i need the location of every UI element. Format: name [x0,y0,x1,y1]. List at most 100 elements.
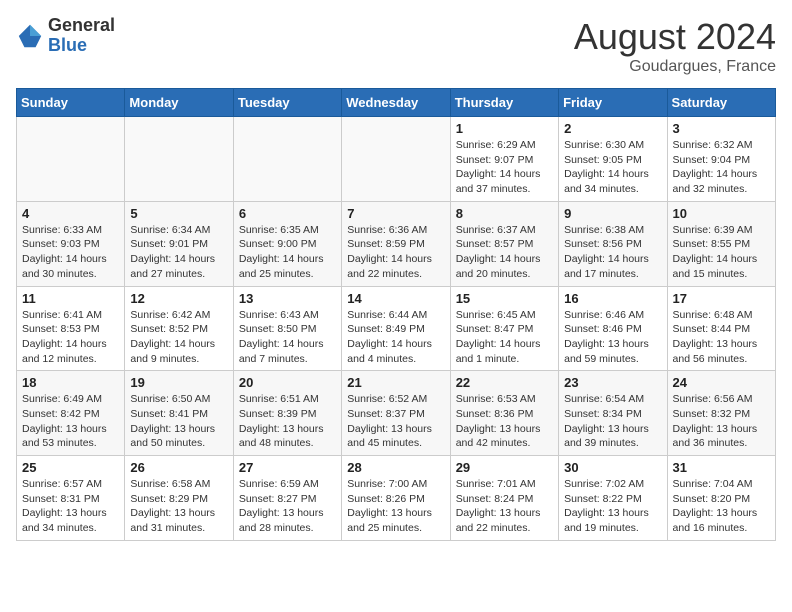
cell-day-number: 17 [673,291,770,306]
cell-day-info: Sunrise: 6:33 AM Sunset: 9:03 PM Dayligh… [22,223,119,282]
cell-day-number: 9 [564,206,661,221]
cell-day-info: Sunrise: 6:56 AM Sunset: 8:32 PM Dayligh… [673,392,770,451]
cell-day-number: 22 [456,375,553,390]
cell-day-info: Sunrise: 6:44 AM Sunset: 8:49 PM Dayligh… [347,308,444,367]
cell-day-info: Sunrise: 7:04 AM Sunset: 8:20 PM Dayligh… [673,477,770,536]
cell-day-info: Sunrise: 6:52 AM Sunset: 8:37 PM Dayligh… [347,392,444,451]
calendar-week-row: 11 Sunrise: 6:41 AM Sunset: 8:53 PM Dayli… [17,286,776,371]
cell-day-number: 14 [347,291,444,306]
cell-day-info: Sunrise: 6:32 AM Sunset: 9:04 PM Dayligh… [673,138,770,197]
calendar-cell [17,117,125,202]
cell-day-number: 7 [347,206,444,221]
cell-day-number: 27 [239,460,336,475]
cell-day-number: 3 [673,121,770,136]
cell-day-number: 26 [130,460,227,475]
cell-day-info: Sunrise: 6:35 AM Sunset: 9:00 PM Dayligh… [239,223,336,282]
cell-day-info: Sunrise: 7:00 AM Sunset: 8:26 PM Dayligh… [347,477,444,536]
cell-day-info: Sunrise: 6:43 AM Sunset: 8:50 PM Dayligh… [239,308,336,367]
weekday-header: Tuesday [233,89,341,117]
calendar-cell: 7 Sunrise: 6:36 AM Sunset: 8:59 PM Daylig… [342,201,450,286]
cell-day-info: Sunrise: 6:29 AM Sunset: 9:07 PM Dayligh… [456,138,553,197]
cell-day-info: Sunrise: 6:54 AM Sunset: 8:34 PM Dayligh… [564,392,661,451]
cell-day-number: 20 [239,375,336,390]
calendar-cell: 6 Sunrise: 6:35 AM Sunset: 9:00 PM Daylig… [233,201,341,286]
calendar-cell: 29 Sunrise: 7:01 AM Sunset: 8:24 PM Dayli… [450,456,558,541]
calendar-cell [125,117,233,202]
cell-day-number: 5 [130,206,227,221]
cell-day-info: Sunrise: 6:36 AM Sunset: 8:59 PM Dayligh… [347,223,444,282]
logo-blue: Blue [48,36,115,56]
cell-day-number: 1 [456,121,553,136]
calendar-cell: 8 Sunrise: 6:37 AM Sunset: 8:57 PM Daylig… [450,201,558,286]
calendar-cell: 31 Sunrise: 7:04 AM Sunset: 8:20 PM Dayli… [667,456,775,541]
calendar-cell: 24Sunrise: 6:56 AM Sunset: 8:32 PM Dayli… [667,371,775,456]
month-year: August 2024 [574,16,776,58]
cell-day-number: 10 [673,206,770,221]
cell-day-info: Sunrise: 6:38 AM Sunset: 8:56 PM Dayligh… [564,223,661,282]
cell-day-info: Sunrise: 6:58 AM Sunset: 8:29 PM Dayligh… [130,477,227,536]
calendar-cell: 9 Sunrise: 6:38 AM Sunset: 8:56 PM Daylig… [559,201,667,286]
cell-day-number: 29 [456,460,553,475]
calendar-cell: 17 Sunrise: 6:48 AM Sunset: 8:44 PM Dayli… [667,286,775,371]
cell-day-number: 6 [239,206,336,221]
cell-day-info: Sunrise: 6:42 AM Sunset: 8:52 PM Dayligh… [130,308,227,367]
cell-day-info: Sunrise: 6:45 AM Sunset: 8:47 PM Dayligh… [456,308,553,367]
cell-day-info: Sunrise: 7:01 AM Sunset: 8:24 PM Dayligh… [456,477,553,536]
cell-day-info: Sunrise: 6:59 AM Sunset: 8:27 PM Dayligh… [239,477,336,536]
calendar-cell: 13 Sunrise: 6:43 AM Sunset: 8:50 PM Dayli… [233,286,341,371]
page-header: General Blue August 2024 Goudargues, Fra… [16,16,776,76]
cell-day-number: 30 [564,460,661,475]
calendar-cell: 14 Sunrise: 6:44 AM Sunset: 8:49 PM Dayli… [342,286,450,371]
calendar-cell [342,117,450,202]
calendar-header: SundayMondayTuesdayWednesdayThursdayFrid… [17,89,776,117]
calendar-cell: 19 Sunrise: 6:50 AM Sunset: 8:41 PM Dayli… [125,371,233,456]
weekday-header: Sunday [17,89,125,117]
cell-day-number: 21 [347,375,444,390]
calendar-cell: 5 Sunrise: 6:34 AM Sunset: 9:01 PM Daylig… [125,201,233,286]
calendar-cell: 12 Sunrise: 6:42 AM Sunset: 8:52 PM Dayli… [125,286,233,371]
logo: General Blue [16,16,115,56]
weekday-header: Friday [559,89,667,117]
cell-day-info: Sunrise: 6:41 AM Sunset: 8:53 PM Dayligh… [22,308,119,367]
calendar-week-row: 4 Sunrise: 6:33 AM Sunset: 9:03 PM Daylig… [17,201,776,286]
calendar-week-row: 18 Sunrise: 6:49 AM Sunset: 8:42 PM Dayli… [17,371,776,456]
cell-day-number: 13 [239,291,336,306]
cell-day-info: Sunrise: 6:48 AM Sunset: 8:44 PM Dayligh… [673,308,770,367]
cell-day-info: Sunrise: 6:39 AM Sunset: 8:55 PM Dayligh… [673,223,770,282]
cell-day-number: 8 [456,206,553,221]
calendar-cell: 10 Sunrise: 6:39 AM Sunset: 8:55 PM Dayli… [667,201,775,286]
calendar-cell: 25Sunrise: 6:57 AM Sunset: 8:31 PM Dayli… [17,456,125,541]
weekday-header: Wednesday [342,89,450,117]
cell-day-info: Sunrise: 6:53 AM Sunset: 8:36 PM Dayligh… [456,392,553,451]
cell-day-info: Sunrise: 6:30 AM Sunset: 9:05 PM Dayligh… [564,138,661,197]
cell-day-number: 25 [22,460,119,475]
cell-day-number: 12 [130,291,227,306]
cell-day-number: 15 [456,291,553,306]
cell-day-number: 31 [673,460,770,475]
calendar-cell [233,117,341,202]
cell-day-number: 11 [22,291,119,306]
cell-day-info: Sunrise: 7:02 AM Sunset: 8:22 PM Dayligh… [564,477,661,536]
cell-day-number: 28 [347,460,444,475]
calendar-table: SundayMondayTuesdayWednesdayThursdayFrid… [16,88,776,541]
weekday-header: Thursday [450,89,558,117]
cell-day-info: Sunrise: 6:50 AM Sunset: 8:41 PM Dayligh… [130,392,227,451]
calendar-cell: 16Sunrise: 6:46 AM Sunset: 8:46 PM Dayli… [559,286,667,371]
calendar-body: 1 Sunrise: 6:29 AM Sunset: 9:07 PM Daylig… [17,117,776,541]
calendar-week-row: 25Sunrise: 6:57 AM Sunset: 8:31 PM Dayli… [17,456,776,541]
cell-day-info: Sunrise: 6:49 AM Sunset: 8:42 PM Dayligh… [22,392,119,451]
calendar-cell: 15 Sunrise: 6:45 AM Sunset: 8:47 PM Dayli… [450,286,558,371]
calendar-cell: 1 Sunrise: 6:29 AM Sunset: 9:07 PM Daylig… [450,117,558,202]
cell-day-info: Sunrise: 6:34 AM Sunset: 9:01 PM Dayligh… [130,223,227,282]
calendar-cell: 27 Sunrise: 6:59 AM Sunset: 8:27 PM Dayli… [233,456,341,541]
calendar-cell: 20Sunrise: 6:51 AM Sunset: 8:39 PM Dayli… [233,371,341,456]
calendar-cell: 26 Sunrise: 6:58 AM Sunset: 8:29 PM Dayli… [125,456,233,541]
calendar-cell: 23 Sunrise: 6:54 AM Sunset: 8:34 PM Dayli… [559,371,667,456]
cell-day-number: 4 [22,206,119,221]
cell-day-number: 19 [130,375,227,390]
cell-day-info: Sunrise: 6:46 AM Sunset: 8:46 PM Dayligh… [564,308,661,367]
cell-day-number: 18 [22,375,119,390]
cell-day-number: 23 [564,375,661,390]
cell-day-info: Sunrise: 6:37 AM Sunset: 8:57 PM Dayligh… [456,223,553,282]
calendar-cell: 30 Sunrise: 7:02 AM Sunset: 8:22 PM Dayli… [559,456,667,541]
